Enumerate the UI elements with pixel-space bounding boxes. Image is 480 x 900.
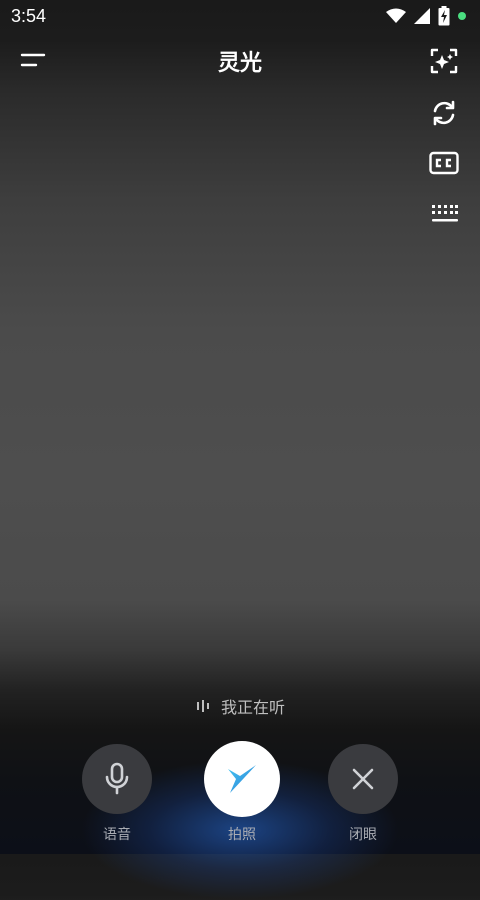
cc-icon <box>429 151 459 175</box>
photo-label: 拍照 <box>228 827 256 843</box>
status-dot <box>458 12 466 20</box>
sparkle-star-icon <box>228 765 256 793</box>
close-label: 闭眼 <box>349 827 377 843</box>
keyboard-icon <box>432 205 458 222</box>
close-icon <box>352 768 374 790</box>
close-button[interactable] <box>328 744 398 814</box>
photo-button[interactable] <box>204 741 280 817</box>
status-time: 3:54 <box>11 6 47 26</box>
refresh-icon <box>433 100 455 126</box>
magic-scan-button[interactable] <box>428 45 460 77</box>
sparkle-frame-icon <box>430 48 458 74</box>
switch-camera-button[interactable] <box>428 97 460 129</box>
subtitles-button[interactable] <box>428 147 460 179</box>
voice-label: 语音 <box>103 827 131 843</box>
voice-button[interactable] <box>82 744 152 814</box>
signal-icon <box>414 8 430 24</box>
header: 灵光 <box>0 40 480 84</box>
battery-icon <box>438 6 450 26</box>
status-icons <box>386 6 466 26</box>
microphone-icon <box>105 762 129 795</box>
keyboard-button[interactable] <box>428 197 460 229</box>
status-bar: 3:54 <box>0 0 480 34</box>
page-title: 灵光 <box>217 51 262 76</box>
listening-text: 我正在听 <box>220 698 285 717</box>
sound-wave-icon <box>196 700 209 712</box>
wifi-icon <box>386 8 406 23</box>
listening-indicator: 我正在听 <box>0 694 480 718</box>
